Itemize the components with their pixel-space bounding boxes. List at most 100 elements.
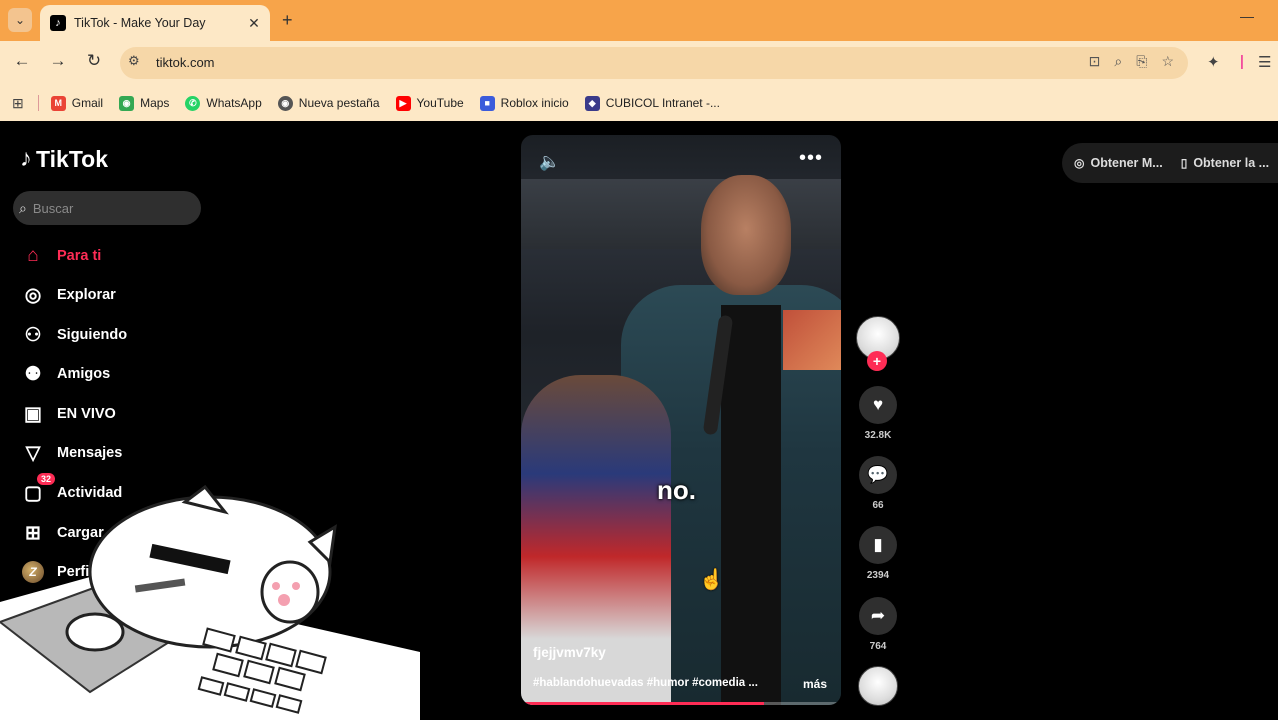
minimize-window-button[interactable]: — (1240, 8, 1254, 24)
gmail-icon: M (50, 95, 66, 111)
bookmark-youtube[interactable]: ▶ YouTube (395, 95, 464, 111)
video-hashtags[interactable]: #hablandohuevadas #humor #comedia ... (533, 677, 758, 689)
more-description-link[interactable]: más (803, 677, 827, 691)
video-progress-fill (521, 702, 765, 705)
nav-label: EN VIVO (57, 406, 116, 422)
tiktok-favicon-icon: ♪ (50, 15, 66, 31)
roblox-icon: ■ (479, 95, 495, 111)
get-coins-button[interactable]: ◎ Obtener M... (1074, 156, 1163, 170)
bookmark-label: Roblox inicio (500, 96, 569, 110)
tiktok-logo[interactable]: ♪ TikTok (20, 145, 108, 173)
bookmark-new-tab[interactable]: ◉ Nueva pestaña (277, 95, 380, 111)
share-button[interactable]: ➦ (859, 597, 897, 635)
video-scene-patch (783, 310, 841, 370)
maps-icon: ◉ (119, 95, 135, 111)
bookmark-label: CUBICOL Intranet -... (605, 96, 720, 110)
nav-item-siguiendo[interactable]: ⚇ Siguiendo (20, 320, 127, 350)
nav-item-amigos[interactable]: ⚉ Amigos (20, 359, 110, 389)
reading-list-icon[interactable]: ☰ (1258, 53, 1271, 71)
video-progress-bar[interactable] (521, 702, 841, 705)
video-scene-head (701, 175, 791, 295)
save-button[interactable]: ▮ (859, 526, 897, 564)
sound-avatar[interactable] (858, 666, 898, 706)
bookmark-label: Maps (140, 96, 170, 110)
install-app-icon[interactable]: ⎘ (1136, 53, 1147, 70)
share-icon: ➦ (870, 606, 886, 625)
translate-icon[interactable]: ⊡ (1089, 53, 1101, 70)
search-input[interactable] (32, 200, 183, 216)
compass-icon: ◎ (24, 284, 42, 306)
home-icon: ⌂ (27, 245, 39, 266)
top-right-actions: ◎ Obtener M... ▯ Obtener la ... (1062, 143, 1278, 183)
bookmark-label: Nueva pestaña (298, 96, 380, 110)
nav-item-en-vivo[interactable]: ▣ EN VIVO (20, 399, 116, 429)
browser-tab-tiktok[interactable]: ♪ TikTok - Make Your Day ✕ (40, 5, 270, 41)
browser-tab-strip: ⌄ ♪ TikTok - Make Your Day ✕ + — (0, 0, 1278, 41)
extensions-icon[interactable]: ✦ (1207, 53, 1220, 71)
bookmark-label: WhatsApp (206, 96, 262, 110)
bookmark-whatsapp[interactable]: ✆ WhatsApp (185, 95, 262, 111)
heart-icon: ♥ (872, 395, 884, 414)
tiktok-note-icon: ♪ (20, 145, 32, 172)
comment-button[interactable]: 💬 (859, 456, 897, 494)
bookmark-roblox[interactable]: ■ Roblox inicio (479, 95, 569, 111)
bookmark-maps[interactable]: ◉ Maps (119, 95, 170, 111)
bookmark-icon: ▮ (873, 535, 883, 554)
bookmark-gmail[interactable]: M Gmail (50, 95, 104, 111)
bookmark-star-icon[interactable]: ☆ (1161, 53, 1174, 70)
share-count: 764 (869, 641, 887, 652)
volume-icon[interactable]: 🔈 (539, 152, 560, 172)
get-app-button[interactable]: ▯ Obtener la ... (1181, 156, 1269, 170)
zoom-icon[interactable]: ⌕ (1114, 53, 1122, 70)
nav-item-para-ti[interactable]: ⌂ Para ti (20, 241, 101, 271)
youtube-icon: ▶ (395, 95, 411, 111)
bookmarks-divider (37, 95, 39, 111)
forward-button[interactable]: → (46, 51, 70, 71)
nav-label: Para ti (57, 248, 102, 264)
bookmark-cubicol[interactable]: ◆ CUBICOL Intranet -... (584, 95, 720, 111)
chevron-down-icon: ⌄ (14, 13, 26, 27)
url-text[interactable]: tiktok.com (156, 55, 215, 70)
comment-icon: 💬 (867, 465, 889, 484)
search-icon: ⌕ (19, 199, 27, 216)
live-icon: ▣ (24, 403, 42, 425)
nav-item-explorar[interactable]: ◎ Explorar (20, 280, 116, 310)
bookmarks-bar: ⊞ M Gmail ◉ Maps ✆ WhatsApp ◉ Nueva pestaña … (0, 85, 1278, 121)
phone-icon: ▯ (1180, 156, 1188, 170)
reload-button[interactable]: ↻ (82, 51, 106, 71)
messages-icon: ▽ (25, 442, 41, 464)
video-player[interactable]: 🔈 ••• no. ☝ fjejjvmv7ky #hablandohuevada… (521, 135, 841, 705)
cat-keyboard-sticker (0, 484, 420, 720)
new-tab-button[interactable]: + (282, 10, 293, 31)
nav-label: Explorar (57, 287, 116, 303)
video-author[interactable]: fjejjvmv7ky (533, 645, 606, 660)
nav-label: Amigos (57, 366, 111, 382)
whatsapp-icon: ✆ (185, 95, 201, 111)
video-scene-shirt (721, 305, 781, 705)
bookmark-label: YouTube (416, 96, 464, 110)
apps-grid-icon[interactable]: ⊞ (12, 95, 24, 112)
site-settings-icon[interactable]: ⚙ (128, 53, 140, 69)
toolbar-divider: | (1240, 53, 1244, 70)
button-label: Obtener la ... (1193, 156, 1270, 170)
close-tab-icon[interactable]: ✕ (244, 15, 264, 32)
following-icon: ⚇ (24, 324, 42, 346)
tab-search-button[interactable]: ⌄ (8, 8, 32, 32)
search-box[interactable]: ⌕ (13, 191, 201, 225)
back-button[interactable]: ← (10, 51, 34, 71)
tab-title: TikTok - Make Your Day (74, 16, 206, 30)
like-button[interactable]: ♥ (859, 386, 897, 424)
nav-item-mensajes[interactable]: ▽ Mensajes (20, 438, 123, 468)
new-tab-icon: ◉ (277, 95, 293, 111)
video-subtitle: no. (657, 475, 696, 505)
compass-small-icon: ◎ (1074, 156, 1085, 170)
bookmark-label: Gmail (71, 96, 104, 110)
button-label: Obtener M... (1090, 156, 1163, 170)
nav-label: Siguiendo (57, 327, 128, 343)
cubicol-icon: ◆ (584, 95, 600, 111)
more-options-icon[interactable]: ••• (799, 147, 823, 170)
video-scene-background (521, 179, 841, 249)
friends-icon: ⚉ (24, 363, 42, 385)
address-bar[interactable]: ⚙ tiktok.com ⊡ ⌕ ⎘ ☆ (120, 47, 1188, 79)
follow-plus-icon[interactable]: + (867, 351, 887, 371)
